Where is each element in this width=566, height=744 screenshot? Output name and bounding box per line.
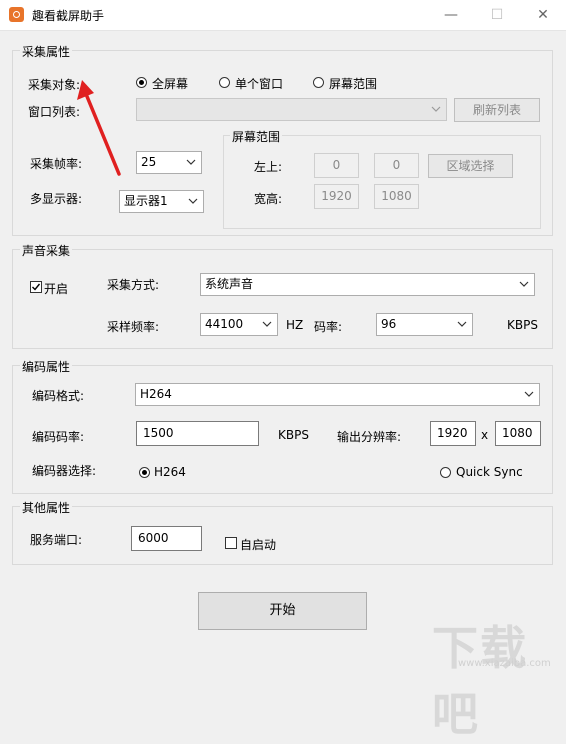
radio-encoder-quicksync[interactable] [440, 467, 451, 478]
start-button[interactable]: 开始 [198, 592, 367, 630]
resolution-height-field[interactable]: 1080 [495, 421, 541, 446]
samplerate-label: 采样频率: [107, 320, 160, 334]
range-height-field[interactable]: 1080 [374, 184, 419, 209]
window-title: 趣看截屏助手 [32, 9, 105, 23]
monitor-dropdown[interactable]: 显示器1 [119, 190, 204, 213]
resolution-label: 输出分辨率: [337, 430, 402, 444]
watermark-logo: 下载吧 [432, 621, 528, 741]
chevron-down-icon [524, 384, 534, 405]
framerate-dropdown[interactable]: 25 [136, 151, 202, 174]
audio-enable-label: 开启 [44, 282, 69, 296]
resolution-width-field[interactable]: 1920 [430, 421, 476, 446]
monitor-label: 多显示器: [30, 192, 83, 206]
encode-bitrate-unit: KBPS [278, 428, 309, 442]
radio-fullscreen[interactable] [136, 77, 147, 88]
radio-encoder-h264-label: H264 [154, 465, 186, 479]
radio-fullscreen-label: 全屏幕 [152, 77, 189, 91]
audio-enable-checkbox[interactable] [30, 281, 42, 293]
chevron-down-icon [186, 152, 196, 173]
chevron-down-icon [431, 99, 441, 120]
encode-group-title: 编码属性 [20, 358, 73, 375]
samplerate-dropdown[interactable]: 44100 [200, 313, 278, 336]
region-select-button[interactable]: 区域选择 [428, 154, 513, 178]
audio-group-title: 声音采集 [20, 242, 73, 259]
encode-bitrate-field[interactable]: 1500 [136, 421, 259, 446]
radio-screen-range[interactable] [313, 77, 324, 88]
encode-bitrate-label: 编码码率: [32, 430, 85, 444]
range-width-field[interactable]: 1920 [314, 184, 359, 209]
samplerate-unit: HZ [286, 318, 304, 332]
chevron-down-icon [519, 274, 529, 295]
screen-range-group [223, 135, 541, 229]
range-y-field[interactable]: 0 [374, 153, 419, 178]
autostart-label: 自启动 [240, 538, 277, 552]
screen-range-title: 屏幕范围 [230, 128, 283, 145]
range-x-field[interactable]: 0 [314, 153, 359, 178]
audio-bitrate-label: 码率: [314, 320, 343, 334]
other-group-title: 其他属性 [20, 499, 73, 516]
autostart-checkbox[interactable] [225, 537, 237, 549]
checkmark-icon [32, 283, 41, 291]
maximize-button[interactable]: ☐ [474, 0, 520, 30]
resolution-separator: x [481, 428, 489, 442]
chevron-down-icon [262, 314, 272, 335]
radio-single-window[interactable] [219, 77, 230, 88]
audio-bitrate-dropdown[interactable]: 96 [376, 313, 473, 336]
radio-encoder-h264[interactable] [139, 467, 150, 478]
size-label: 宽高: [254, 192, 283, 206]
app-icon [9, 7, 24, 22]
close-button[interactable]: ✕ [520, 0, 566, 30]
radio-encoder-quicksync-label: Quick Sync [456, 465, 523, 479]
window-list-dropdown[interactable] [136, 98, 447, 121]
encode-format-dropdown[interactable]: H264 [135, 383, 540, 406]
refresh-list-button[interactable]: 刷新列表 [454, 98, 540, 122]
encoder-select-label: 编码器选择: [32, 464, 97, 478]
other-group [12, 506, 553, 565]
radio-screen-range-label: 屏幕范围 [329, 77, 378, 91]
minimize-button[interactable]: — [428, 0, 474, 30]
audio-mode-dropdown[interactable]: 系统声音 [200, 273, 535, 296]
chevron-down-icon [457, 314, 467, 335]
radio-single-window-label: 单个窗口 [235, 77, 284, 91]
chevron-down-icon [188, 191, 198, 212]
port-label: 服务端口: [30, 533, 83, 547]
audio-bitrate-unit: KBPS [507, 318, 538, 332]
watermark-url: www.xiazaiba.com [458, 658, 551, 669]
annotation-arrow-icon [77, 80, 121, 176]
port-field[interactable]: 6000 [131, 526, 202, 551]
audio-mode-label: 采集方式: [107, 278, 160, 292]
encode-format-label: 编码格式: [32, 389, 85, 403]
capture-group-title: 采集属性 [20, 43, 73, 60]
title-bar: 趣看截屏助手 — ☐ ✕ [0, 0, 566, 31]
topleft-label: 左上: [254, 160, 283, 174]
